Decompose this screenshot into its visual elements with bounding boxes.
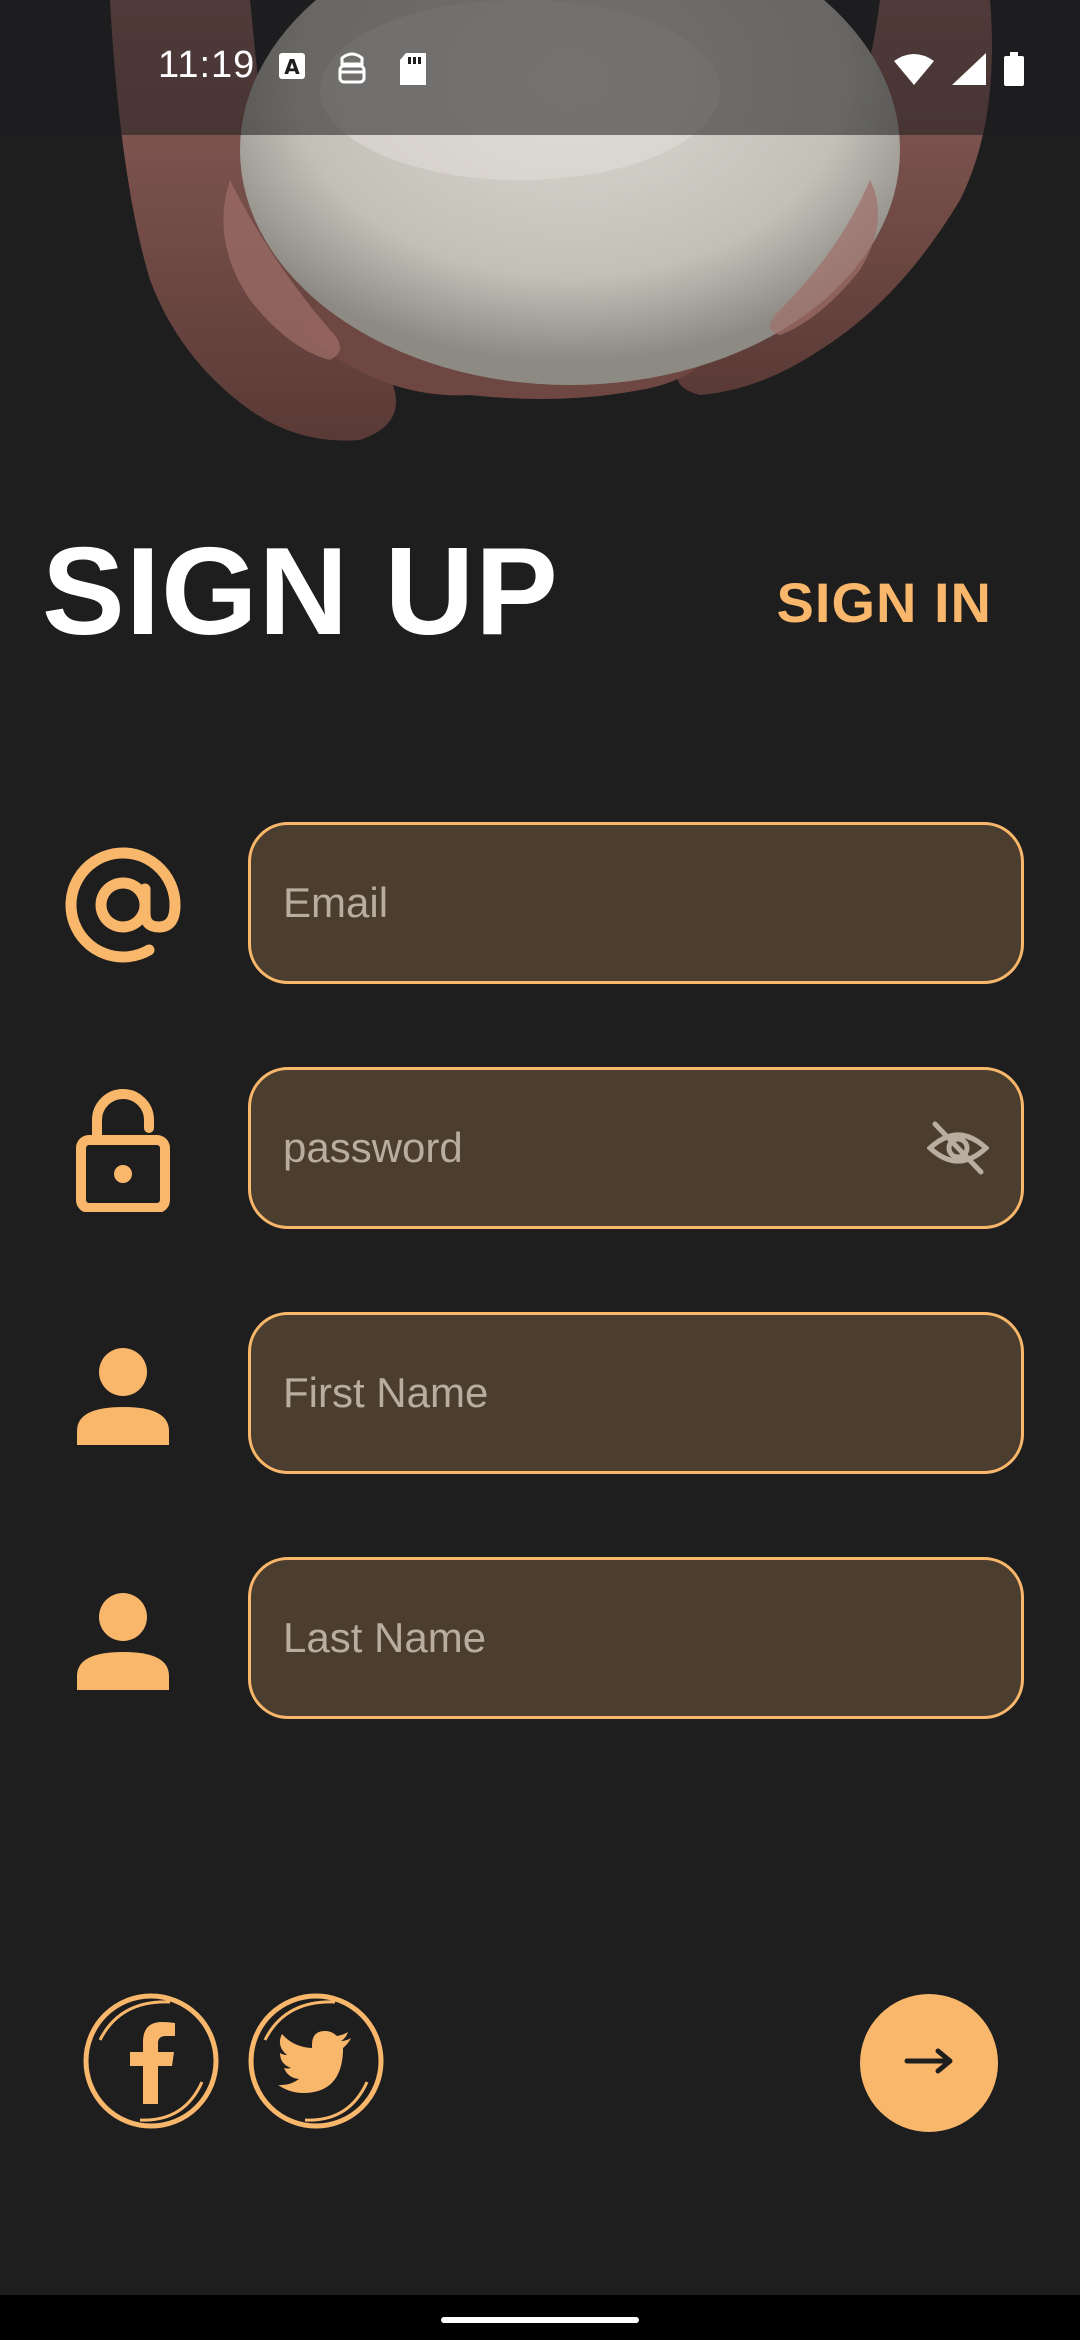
robot-icon [336, 52, 368, 91]
at-sign-icon [58, 840, 188, 970]
person-icon [58, 1575, 188, 1705]
page-title: SIGN UP [42, 523, 559, 661]
last-name-field[interactable]: Last Name [248, 1557, 1024, 1719]
email-field[interactable]: Email [248, 822, 1024, 984]
first-name-row: First Name [0, 1312, 1080, 1474]
last-name-row: Last Name [0, 1557, 1080, 1719]
twitter-button[interactable] [245, 1990, 387, 2132]
sd-card-icon [398, 52, 428, 91]
password-placeholder: password [283, 1124, 463, 1171]
person-icon [58, 1330, 188, 1460]
email-row: Email [0, 822, 1080, 984]
keyboard-a-icon: A [278, 52, 306, 87]
arrow-right-icon [904, 2046, 954, 2081]
status-time: 11:19 [158, 44, 256, 86]
facebook-button[interactable] [80, 1990, 222, 2132]
facebook-icon [80, 1993, 222, 2136]
password-row: password [0, 1067, 1080, 1229]
navigation-bar [0, 2295, 1080, 2340]
first-name-field[interactable]: First Name [248, 1312, 1024, 1474]
status-bar: 11:19 A [0, 0, 1080, 135]
email-placeholder: Email [283, 879, 389, 926]
submit-button[interactable] [860, 1994, 998, 2132]
visibility-off-icon[interactable] [926, 1120, 990, 1181]
lock-open-icon [58, 1085, 188, 1215]
first-name-placeholder: First Name [283, 1369, 489, 1416]
last-name-placeholder: Last Name [283, 1614, 487, 1661]
sign-in-link[interactable]: SIGN IN [777, 570, 992, 635]
password-field[interactable]: password [248, 1067, 1024, 1229]
home-gesture-handle[interactable] [441, 2317, 639, 2323]
wifi-icon [894, 53, 934, 90]
twitter-icon [245, 1993, 387, 2136]
svg-text:A: A [284, 55, 300, 79]
signal-icon [952, 53, 986, 90]
battery-icon [1004, 52, 1024, 91]
